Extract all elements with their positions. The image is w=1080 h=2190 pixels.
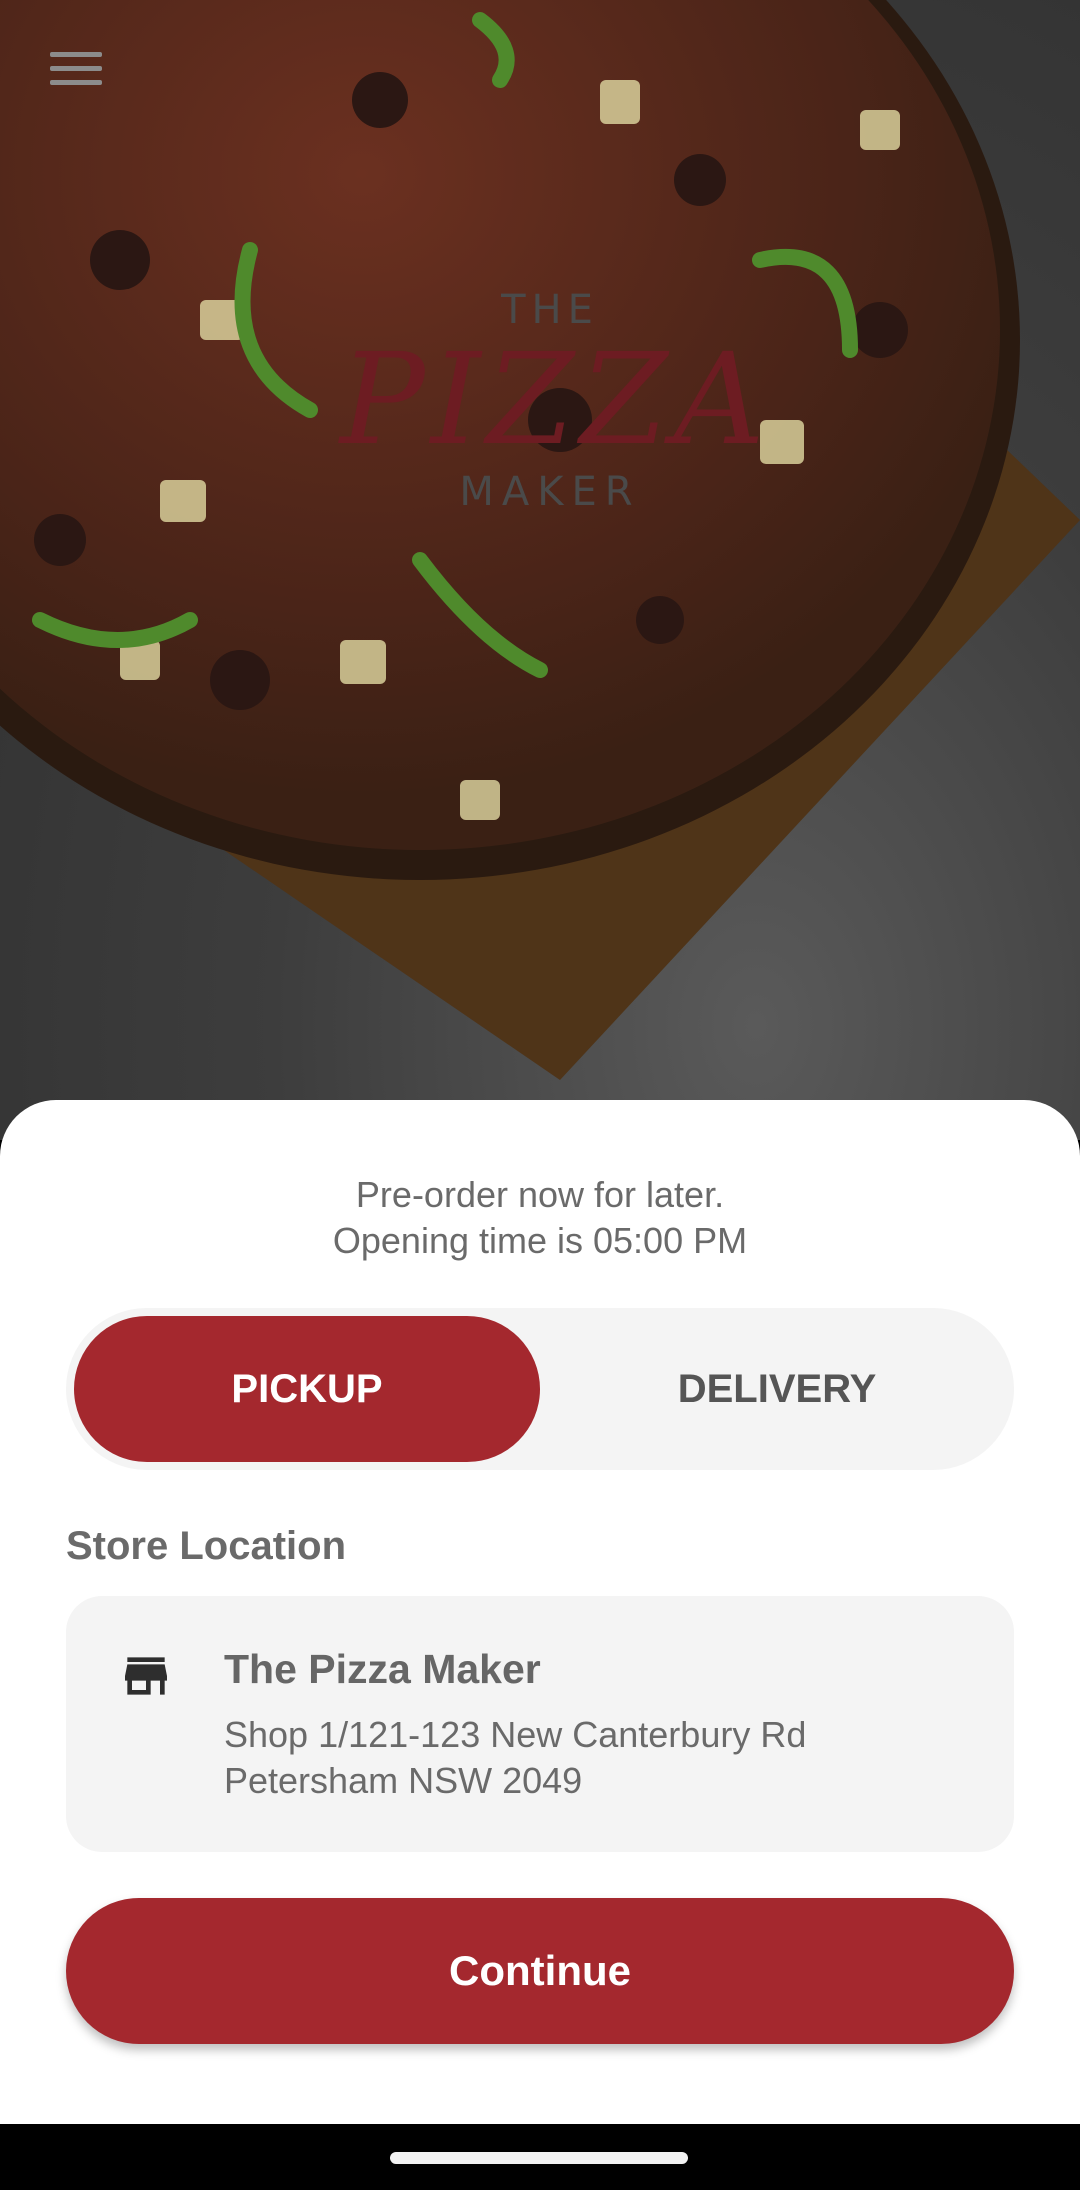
preorder-notice: Pre-order now for later. Opening time is… (0, 1172, 1080, 1264)
store-address-line-1: Shop 1/121-123 New Canterbury Rd (224, 1714, 807, 1755)
hero-background-image: THE PIZZA MAKER (0, 0, 1080, 1140)
notice-line-2: Opening time is 05:00 PM (332, 1220, 748, 1261)
home-gesture-handle[interactable] (390, 2152, 688, 2164)
order-type-toggle: PICKUP DELIVERY (66, 1308, 1014, 1470)
system-navigation-bar (0, 2124, 1080, 2190)
logo-line-3: MAKER (459, 469, 641, 515)
hamburger-menu-icon (50, 51, 102, 57)
store-icon (125, 1657, 167, 1695)
continue-button[interactable]: Continue (66, 1898, 1014, 2044)
app-screen: THE PIZZA MAKER Pre-order now for later.… (0, 0, 1080, 2190)
store-location-heading: Store Location (66, 1524, 347, 1568)
store-card[interactable]: The Pizza Maker Shop 1/121-123 New Cante… (66, 1596, 1014, 1852)
order-sheet: Pre-order now for later. Opening time is… (0, 1100, 1080, 2124)
pickup-option[interactable]: PICKUP (74, 1316, 540, 1462)
notice-line-1: Pre-order now for later. (355, 1174, 725, 1215)
hamburger-menu-icon-bar (50, 65, 102, 71)
hamburger-menu-icon-bar (50, 79, 102, 85)
delivery-option[interactable]: DELIVERY (540, 1316, 1014, 1462)
logo-line-2: PIZZA (340, 326, 771, 473)
brand-logo: THE PIZZA MAKER (340, 255, 771, 595)
store-address-line-2: Petersham NSW 2049 (224, 1760, 583, 1801)
store-name: The Pizza Maker (224, 1646, 541, 1692)
menu-button[interactable] (40, 40, 112, 96)
